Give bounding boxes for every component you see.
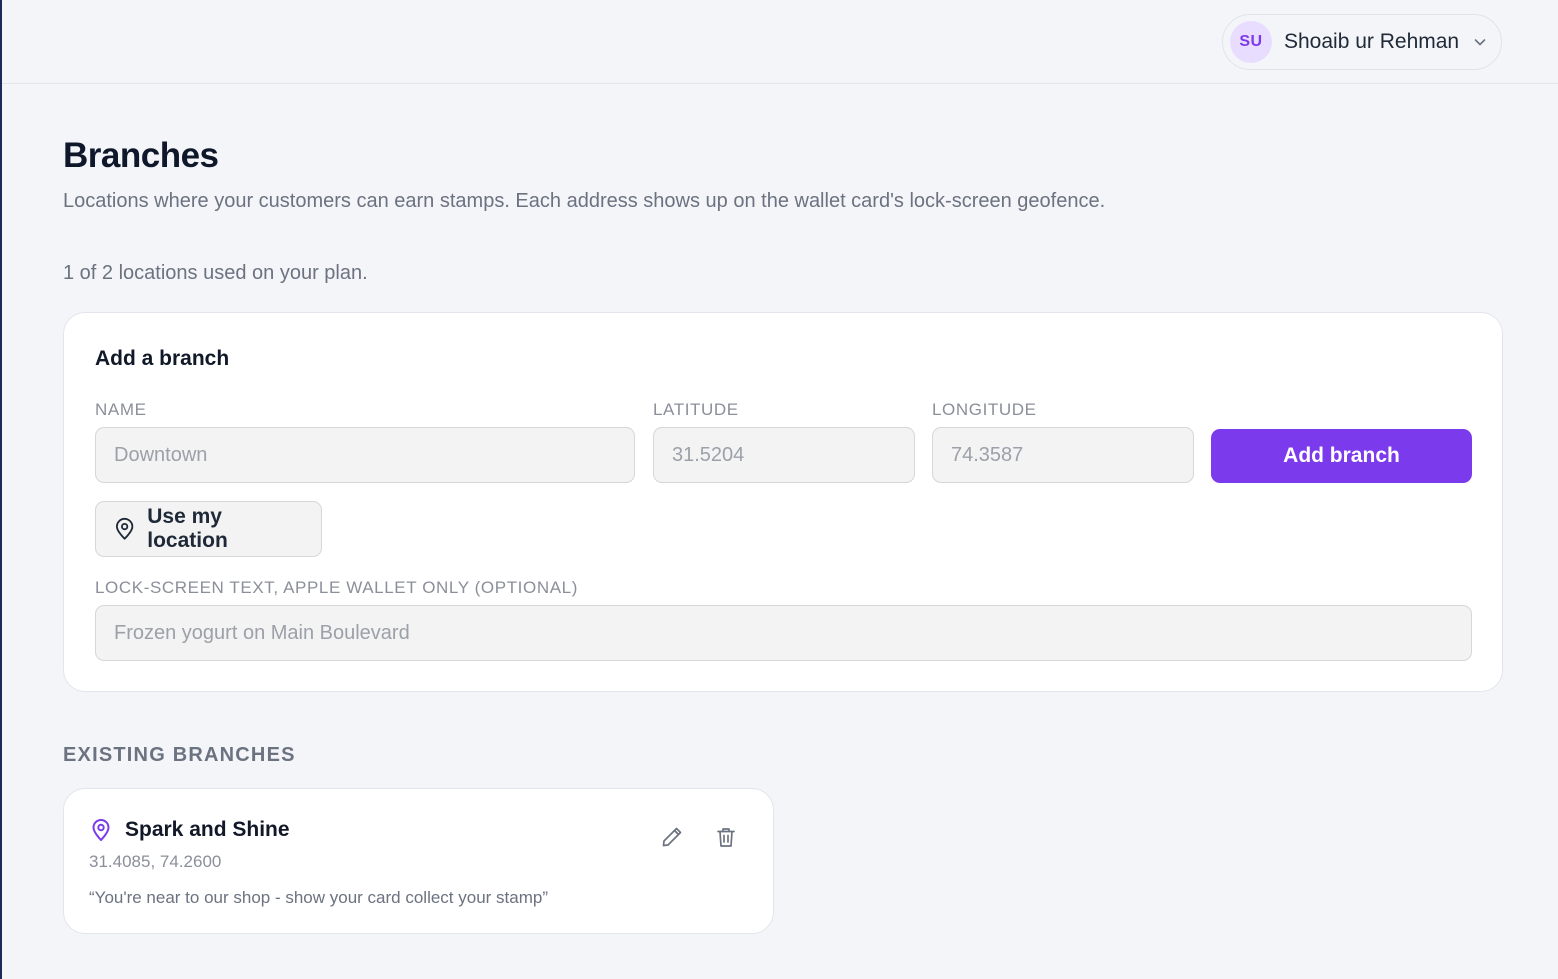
trash-icon: [717, 828, 735, 847]
existing-branches-heading: EXISTING BRANCHES: [63, 744, 296, 766]
map-pin-icon: [92, 819, 110, 841]
use-my-location-label: Use my location: [147, 505, 228, 552]
branch-card: Spark and Shine 31.4085, 74.2600 “You're…: [63, 788, 774, 934]
page-title: Branches: [63, 136, 219, 175]
longitude-label: LONGITUDE: [932, 400, 1037, 419]
chevron-down-icon: [1474, 39, 1486, 46]
page-subtitle: Locations where your customers can earn …: [63, 190, 1106, 212]
add-branch-card: Add a branch NAME LATITUDE LONGITUDE Add…: [63, 312, 1503, 692]
latitude-input[interactable]: [653, 427, 915, 483]
latitude-label: LATITUDE: [653, 400, 739, 419]
app-frame: SU Shoaib ur Rehman Branches Locations w…: [0, 0, 1558, 979]
branch-name: Spark and Shine: [125, 818, 290, 841]
add-branch-button[interactable]: Add branch: [1211, 429, 1472, 483]
delete-branch-button[interactable]: [709, 820, 743, 854]
pencil-icon: [662, 827, 682, 847]
lockscreen-text-input[interactable]: [95, 605, 1472, 661]
user-menu[interactable]: SU Shoaib ur Rehman: [1222, 14, 1502, 70]
top-bar: SU Shoaib ur Rehman: [2, 0, 1558, 84]
use-my-location-button[interactable]: Use my location: [95, 501, 322, 557]
name-label: NAME: [95, 400, 147, 419]
branch-lockscreen-text: “You're near to our shop - show your car…: [89, 888, 548, 907]
map-pin-icon: [115, 518, 134, 540]
card-title: Add a branch: [95, 347, 230, 370]
plan-usage-text: 1 of 2 locations used on your plan.: [63, 262, 368, 284]
lockscreen-text-label: LOCK-SCREEN TEXT, APPLE WALLET ONLY (OPT…: [95, 578, 578, 597]
longitude-input[interactable]: [932, 427, 1194, 483]
branch-name-input[interactable]: [95, 427, 635, 483]
user-name: Shoaib ur Rehman: [1284, 30, 1460, 53]
avatar: SU: [1230, 21, 1272, 63]
branch-coordinates: 31.4085, 74.2600: [89, 852, 222, 871]
edit-branch-button[interactable]: [655, 820, 689, 854]
